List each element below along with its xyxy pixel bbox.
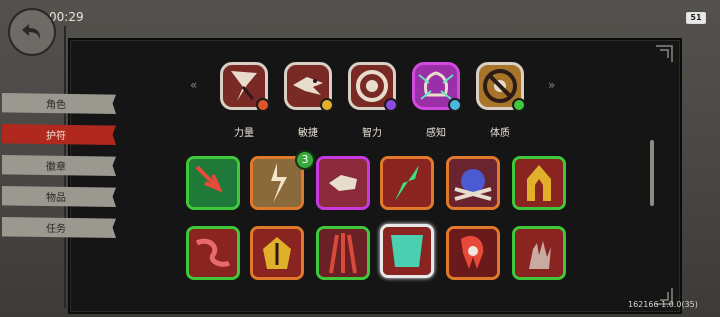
attr-label-intellect: 智力 xyxy=(362,128,382,139)
badge-icon xyxy=(320,98,334,112)
back-button[interactable] xyxy=(8,8,56,56)
chevron-left-icon: « xyxy=(190,78,198,92)
badge-icon xyxy=(512,98,526,112)
hand-icon[interactable] xyxy=(512,226,566,280)
scrollbar[interactable] xyxy=(650,140,654,206)
attr-label-agility: 敏捷 xyxy=(298,128,318,139)
battery-indicator: 51 xyxy=(686,12,706,24)
claw-icon[interactable] xyxy=(316,226,370,280)
tab-label: 护符 xyxy=(46,131,66,142)
teal-gate-icon[interactable] xyxy=(380,224,434,278)
golden-helm-icon[interactable] xyxy=(250,226,304,280)
tab-label: 角色 xyxy=(46,100,66,111)
attr-label-strength: 力量 xyxy=(234,128,254,139)
green-slash-icon[interactable] xyxy=(380,156,434,210)
badge-icon xyxy=(448,98,462,112)
tab-role[interactable]: 角色 xyxy=(2,93,116,114)
tab-label: 任务 xyxy=(46,224,66,235)
flame-tendril-icon[interactable] xyxy=(186,226,240,280)
tab-badge[interactable]: 徽章 xyxy=(2,155,116,176)
badge-icon xyxy=(384,98,398,112)
fang-icon[interactable] xyxy=(446,226,500,280)
tab-amulet[interactable]: 护符 xyxy=(2,124,116,145)
chevron-right-icon: » xyxy=(548,78,556,92)
corner-ornament-icon xyxy=(656,45,673,62)
count-badge: 3 xyxy=(295,150,315,170)
tab-label: 物品 xyxy=(46,193,66,204)
badge-icon xyxy=(256,98,270,112)
masked-face-icon[interactable] xyxy=(446,156,500,210)
tab-label: 徽章 xyxy=(46,162,66,173)
back-arrow-icon xyxy=(22,24,41,40)
attr-label-constitution: 体质 xyxy=(490,128,510,139)
version-label: 162166 1.0.0(35) xyxy=(628,300,698,309)
fist-icon[interactable] xyxy=(316,156,370,210)
arrow-strike-icon[interactable] xyxy=(186,156,240,210)
tab-items[interactable]: 物品 xyxy=(2,186,116,207)
attr-label-perception: 感知 xyxy=(426,128,446,139)
tab-quests[interactable]: 任务 xyxy=(2,217,116,238)
golden-arch-icon[interactable] xyxy=(512,156,566,210)
